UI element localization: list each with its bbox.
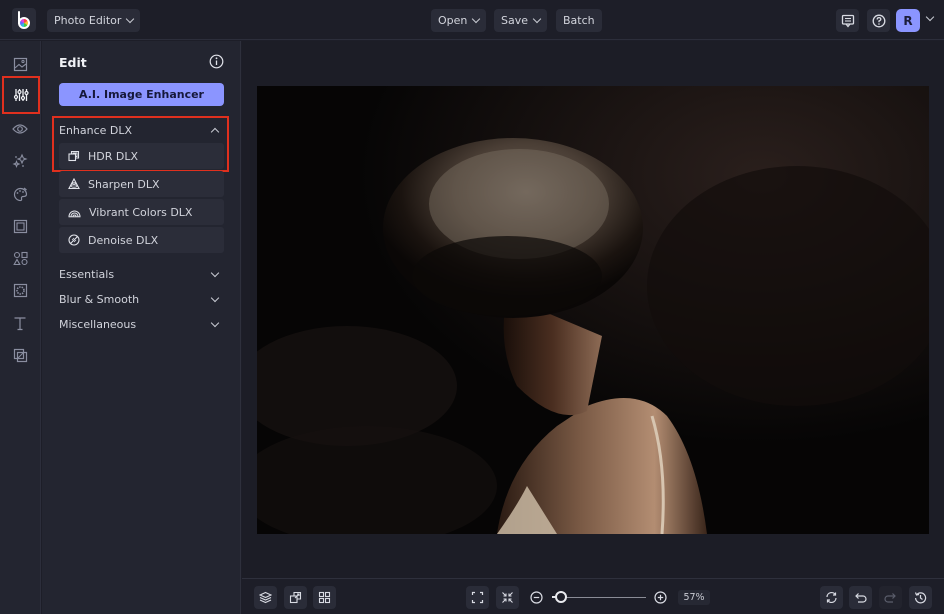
shapes-icon bbox=[12, 251, 28, 265]
save-label: Save bbox=[501, 14, 529, 27]
batch-button[interactable]: Batch bbox=[556, 9, 602, 32]
refresh-icon bbox=[826, 591, 837, 604]
tool-rail bbox=[0, 41, 41, 614]
denoise-icon bbox=[68, 234, 80, 246]
section-blur-smooth[interactable]: Blur & Smooth bbox=[59, 290, 224, 308]
undo-icon bbox=[855, 593, 867, 603]
rail-item-graphics[interactable] bbox=[5, 243, 35, 273]
edit-panel: Edit A.I. Image Enhancer Enhance DLX HDR… bbox=[42, 41, 241, 614]
rail-item-image[interactable] bbox=[5, 49, 35, 79]
panel-title: Edit bbox=[59, 55, 87, 70]
account-chevron-down-icon[interactable] bbox=[925, 12, 935, 22]
info-icon[interactable] bbox=[209, 54, 224, 69]
actual-size-button[interactable] bbox=[496, 586, 519, 609]
tool-label: Vibrant Colors DLX bbox=[89, 205, 193, 219]
image-icon bbox=[13, 57, 27, 71]
chevron-down-icon bbox=[210, 318, 220, 327]
zoom-in-icon[interactable] bbox=[654, 591, 667, 604]
ai-image-enhancer-button[interactable]: A.I. Image Enhancer bbox=[59, 83, 224, 106]
chevron-down-icon bbox=[210, 268, 220, 277]
sharpen-icon bbox=[68, 178, 80, 190]
rail-item-ai[interactable] bbox=[5, 146, 35, 176]
tool-vibrant-colors-dlx[interactable]: Vibrant Colors DLX bbox=[59, 199, 224, 225]
save-button[interactable]: Save bbox=[494, 9, 548, 32]
portrait-image bbox=[257, 86, 929, 534]
sliders-icon bbox=[13, 89, 29, 101]
rail-item-overlays[interactable] bbox=[5, 340, 35, 370]
compress-icon bbox=[502, 592, 513, 603]
tool-sharpen-dlx[interactable]: Sharpen DLX bbox=[59, 171, 224, 197]
rail-item-effects[interactable] bbox=[5, 114, 35, 144]
tool-label: HDR DLX bbox=[88, 149, 139, 163]
reset-button[interactable] bbox=[820, 586, 843, 609]
help-icon bbox=[872, 14, 885, 27]
logo-color-wheel bbox=[18, 17, 30, 29]
redo-button[interactable] bbox=[879, 586, 902, 609]
overlay-icon bbox=[13, 348, 27, 362]
section-label: Essentials bbox=[59, 267, 115, 281]
chevron-down-icon bbox=[126, 14, 135, 24]
layers-icon bbox=[259, 591, 272, 604]
sparkles-icon bbox=[12, 153, 28, 169]
help-button[interactable] bbox=[867, 9, 890, 32]
hdr-icon bbox=[68, 150, 80, 162]
rail-item-frames[interactable] bbox=[5, 211, 35, 241]
rail-item-edit[interactable] bbox=[2, 76, 40, 114]
zoom-percentage[interactable]: 57% bbox=[678, 590, 710, 605]
top-bar: Photo Editor Open Save Batch R bbox=[0, 0, 944, 40]
rail-item-textures[interactable] bbox=[5, 275, 35, 305]
resize-icon bbox=[289, 591, 302, 604]
section-label: Miscellaneous bbox=[59, 317, 137, 331]
undo-button[interactable] bbox=[849, 586, 872, 609]
resize-button[interactable] bbox=[284, 586, 307, 609]
redo-icon bbox=[884, 593, 896, 603]
open-button[interactable]: Open bbox=[431, 9, 487, 32]
section-label: Blur & Smooth bbox=[59, 292, 140, 306]
rail-item-text[interactable] bbox=[5, 308, 35, 338]
text-icon bbox=[14, 316, 26, 330]
zoom-slider-thumb[interactable] bbox=[555, 591, 568, 603]
grid-icon bbox=[318, 591, 331, 604]
history-icon bbox=[914, 592, 927, 604]
photo-canvas[interactable] bbox=[257, 86, 929, 534]
app-logo[interactable] bbox=[12, 8, 36, 32]
section-label: Enhance DLX bbox=[59, 123, 133, 137]
vibrant-icon bbox=[68, 210, 81, 218]
rail-item-artsy[interactable] bbox=[5, 179, 35, 209]
bottom-toolbar: 57% bbox=[242, 578, 944, 614]
palette-icon bbox=[13, 187, 27, 201]
expand-icon bbox=[471, 591, 484, 604]
chevron-up-icon bbox=[210, 127, 220, 136]
chevron-down-icon bbox=[210, 293, 220, 302]
user-avatar[interactable]: R bbox=[896, 9, 920, 32]
photo-editor-menu[interactable]: Photo Editor bbox=[47, 9, 141, 32]
tool-denoise-dlx[interactable]: Denoise DLX bbox=[59, 227, 224, 253]
section-essentials[interactable]: Essentials bbox=[59, 265, 224, 283]
tool-label: Denoise DLX bbox=[88, 233, 159, 247]
history-button[interactable] bbox=[909, 586, 932, 609]
comment-icon bbox=[841, 14, 854, 28]
section-enhance-dlx[interactable]: Enhance DLX bbox=[59, 121, 224, 139]
layers-button[interactable] bbox=[254, 586, 277, 609]
canvas-area bbox=[242, 41, 944, 578]
photo-editor-label: Photo Editor bbox=[54, 14, 122, 27]
texture-icon bbox=[13, 283, 27, 297]
fit-screen-button[interactable] bbox=[466, 586, 489, 609]
tool-hdr-dlx[interactable]: HDR DLX bbox=[59, 143, 224, 169]
eye-icon bbox=[12, 124, 28, 134]
section-miscellaneous[interactable]: Miscellaneous bbox=[59, 315, 224, 333]
chevron-down-icon bbox=[532, 14, 542, 24]
batch-label: Batch bbox=[563, 14, 595, 27]
collage-button[interactable] bbox=[313, 586, 336, 609]
tool-label: Sharpen DLX bbox=[88, 177, 160, 191]
feedback-button[interactable] bbox=[836, 9, 859, 32]
open-label: Open bbox=[438, 14, 468, 27]
frame-icon bbox=[13, 219, 27, 233]
zoom-out-icon[interactable] bbox=[530, 591, 543, 604]
chevron-down-icon bbox=[472, 14, 481, 24]
